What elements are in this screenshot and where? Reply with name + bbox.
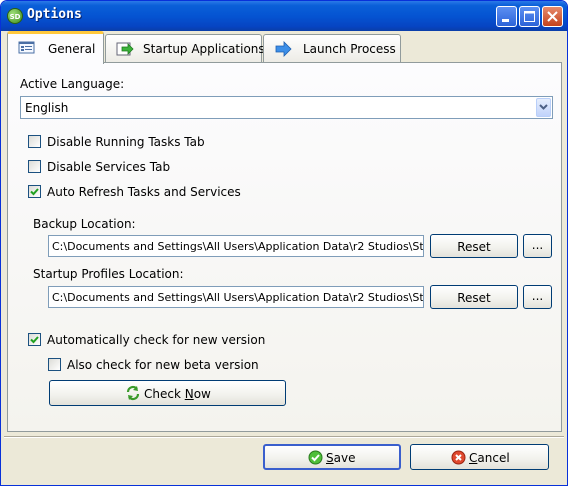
startup-arrow-icon [116,42,134,56]
tab-general[interactable]: General [7,31,104,64]
save-label: Save [326,451,356,465]
backup-reset-button[interactable]: Reset [430,234,518,258]
save-check-icon [308,450,323,465]
tab-launch-process-label: Launch Process [303,42,396,56]
tab-general-label: General [48,42,96,56]
close-button[interactable] [542,6,563,27]
refresh-icon [126,385,140,401]
close-icon [547,11,558,22]
beta-version-checkbox[interactable] [48,358,61,371]
dialog-client-area: General Startup Applications Launch Proc… [4,31,564,483]
minimize-icon [502,19,509,22]
disable-running-tasks-label: Disable Running Tasks Tab [47,135,205,149]
cancel-button[interactable]: Cancel [410,444,549,470]
backup-location-field[interactable]: C:\Documents and Settings\All Users\Appl… [48,235,424,257]
check-now-button[interactable]: Check Now [49,380,286,406]
backup-browse-button[interactable]: ... [523,234,552,258]
backup-browse-label: ... [531,238,544,252]
auto-check-version-label: Automatically check for new version [47,333,266,347]
disable-services-checkbox[interactable] [28,160,41,173]
startup-profiles-browse-label: ... [531,289,544,303]
app-logo-icon: SD [7,8,23,24]
cancel-x-icon [451,450,466,465]
check-now-label: Check Now [144,387,211,401]
language-selected-value: English [25,101,69,115]
auto-check-version-checkbox[interactable] [28,333,41,346]
checkmark-icon [30,188,39,196]
general-tab-panel: Active Language: English Disable Running… [7,62,562,432]
dropdown-button[interactable] [536,98,551,117]
beta-version-label: Also check for new beta version [67,358,259,372]
backup-location-value: C:\Documents and Settings\All Users\Appl… [52,240,424,253]
options-window: SD Options General Startup Applications … [0,0,568,486]
disable-services-label: Disable Services Tab [47,160,171,174]
startup-profiles-location-field[interactable]: C:\Documents and Settings\All Users\Appl… [48,286,424,308]
startup-profiles-reset-label: Reset [457,291,491,305]
checkmark-icon [30,336,39,344]
launch-arrow-icon [275,41,292,57]
language-dropdown[interactable]: English [20,96,553,119]
tab-startup-applications[interactable]: Startup Applications [105,34,265,63]
window-title: Options [27,7,82,22]
auto-refresh-label: Auto Refresh Tasks and Services [47,185,241,199]
backup-location-label: Backup Location: [33,217,136,231]
disable-running-tasks-checkbox[interactable] [28,135,41,148]
minimize-button[interactable] [496,6,517,27]
tab-startup-applications-label: Startup Applications [143,42,265,56]
footer-separator-highlight [4,437,564,438]
backup-reset-label: Reset [457,240,491,254]
active-language-label: Active Language: [20,77,125,91]
save-button[interactable]: Save [263,444,401,470]
auto-refresh-checkbox[interactable] [28,185,41,198]
startup-profiles-location-value: C:\Documents and Settings\All Users\Appl… [52,291,424,304]
tab-launch-process[interactable]: Launch Process [263,34,401,63]
maximize-icon [524,11,535,22]
chevron-down-icon [539,104,548,110]
startup-profiles-location-label: Startup Profiles Location: [33,267,184,281]
title-bar[interactable]: SD Options [1,1,567,31]
maximize-button[interactable] [519,6,540,27]
cancel-label: Cancel [469,451,510,465]
startup-profiles-reset-button[interactable]: Reset [430,285,518,309]
startup-profiles-browse-button[interactable]: ... [523,285,552,309]
general-settings-icon [18,41,35,54]
